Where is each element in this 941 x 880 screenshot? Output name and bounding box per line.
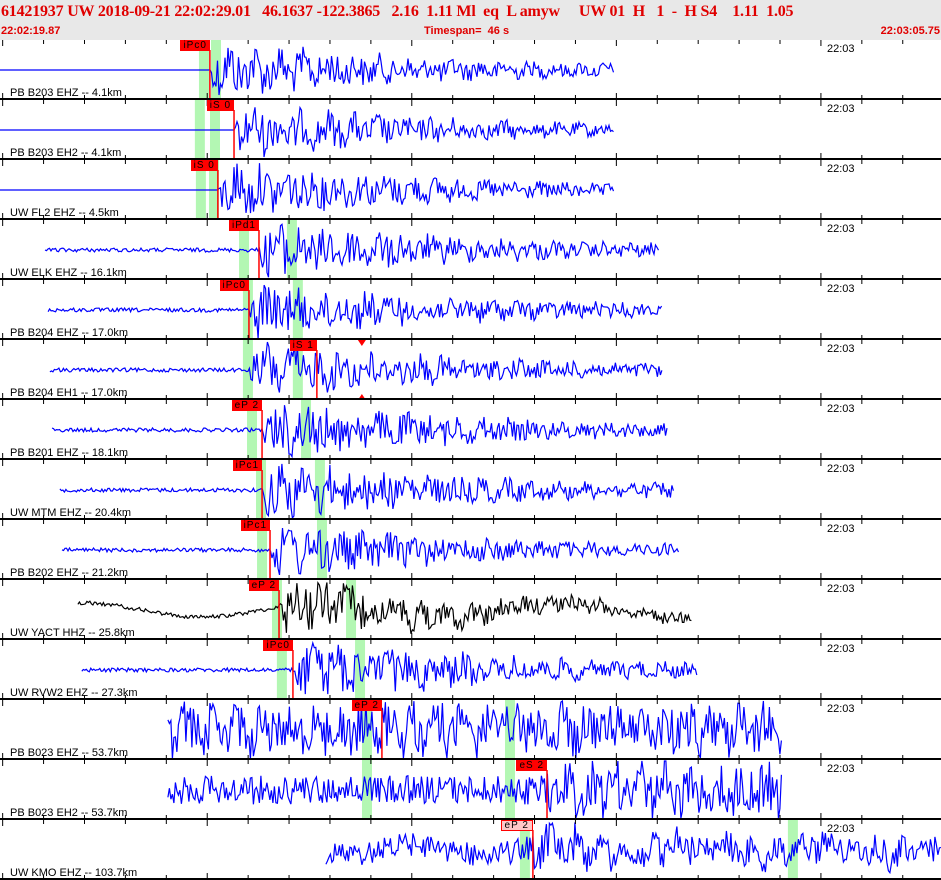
trace-panel[interactable]: iPc0 PB B204 EHZ -- 17.0km 22:03 (0, 280, 941, 340)
station-label: UW RVW2 EHZ -- 27.3km (10, 687, 138, 699)
station-label: PB B023 EH2 -- 53.7km (10, 807, 128, 819)
waveform-plot (0, 700, 941, 760)
seismogram-trace (167, 760, 782, 820)
phase-pick-label[interactable]: iPc0 (180, 40, 210, 51)
minute-label: 22:03 (827, 223, 855, 235)
waveform-plot (0, 40, 941, 100)
minute-label: 22:03 (827, 403, 855, 415)
minute-label: 22:03 (827, 163, 855, 175)
waveform-plot (0, 220, 941, 280)
phase-pick-label[interactable]: iPd1 (228, 220, 259, 231)
minute-label: 22:03 (827, 43, 855, 55)
trace-panel[interactable]: eP 2 PB B023 EHZ -- 53.7km 22:03 (0, 700, 941, 760)
minute-label: 22:03 (827, 643, 855, 655)
seismogram-trace (167, 700, 782, 760)
minute-label: 22:03 (827, 283, 855, 295)
timespan: Timespan= 46 s (424, 25, 510, 37)
minute-label: 22:03 (827, 463, 855, 475)
minute-label: 22:03 (827, 523, 855, 535)
station-label: UW YACT HHZ -- 25.8km (10, 627, 135, 639)
minute-label: 22:03 (827, 763, 855, 775)
event-header: 61421937 UW 2018-09-21 22:02:29.01 46.16… (0, 0, 941, 40)
event-summary: 61421937 UW 2018-09-21 22:02:29.01 46.16… (1, 3, 794, 20)
waveform-plot (0, 160, 941, 220)
seismogram-trace (0, 163, 615, 214)
phase-pick-label[interactable]: eP 2 (231, 400, 263, 411)
seismogram-trace (51, 405, 668, 459)
phase-pick-label[interactable]: eP 2 (351, 700, 382, 711)
trace-panel[interactable]: iPc1 PB B202 EHZ -- 21.2km 22:03 (0, 520, 941, 580)
seismogram-trace (44, 223, 660, 278)
phase-pick-label[interactable]: eP 2 (248, 580, 280, 591)
minute-label: 22:03 (827, 703, 855, 715)
trace-panel[interactable]: iS 0 PB B203 EH2 -- 4.1km 22:03 (0, 100, 941, 160)
waveform-plot (0, 640, 941, 700)
phase-window (286, 220, 297, 280)
waveform-plot (0, 460, 941, 520)
seismogram-trace (49, 341, 663, 393)
trace-panel[interactable]: iPc1 UW MTM EHZ -- 20.4km 22:03 (0, 460, 941, 520)
station-label: PB B202 EHZ -- 21.2km (10, 567, 128, 579)
amplitude-marker-icon (357, 340, 366, 400)
waveform-plot (0, 520, 941, 580)
waveform-plot (0, 400, 941, 460)
station-label: UW ELK EHZ -- 16.1km (10, 267, 127, 279)
station-label: UW KMO EHZ -- 103.7km (10, 867, 138, 879)
phase-pick-label[interactable]: eP 2 (500, 820, 533, 831)
minute-label: 22:03 (827, 103, 855, 115)
trace-panel[interactable]: iPd1 UW ELK EHZ -- 16.1km 22:03 (0, 220, 941, 280)
station-label: PB B204 EH1 -- 17.0km (10, 387, 128, 399)
seismogram-trace (81, 640, 698, 695)
phase-pick-label[interactable]: iPc0 (219, 280, 249, 291)
station-label: UW MTM EHZ -- 20.4km (10, 507, 131, 519)
trace-panel[interactable]: iS 1 PB B204 EH1 -- 17.0km 22:03 (0, 340, 941, 400)
waveform-plot (0, 760, 941, 820)
start-time: 22:02:19.87 (1, 25, 61, 37)
waveform-plot (0, 280, 941, 340)
phase-pick-label[interactable]: iPc1 (232, 460, 263, 471)
station-label: PB B023 EHZ -- 53.7km (10, 747, 128, 759)
end-time: 22:03:05.75 (880, 25, 940, 37)
trace-panel[interactable]: eP 2 UW KMO EHZ -- 103.7km 22:03 (0, 820, 941, 880)
waveform-plot (0, 580, 941, 640)
station-label: PB B204 EHZ -- 17.0km (10, 327, 128, 339)
station-label: PB B203 EHZ -- 4.1km (10, 87, 122, 99)
phase-pick-label[interactable]: eS 2 (516, 760, 548, 771)
trace-panel[interactable]: iPc0 UW RVW2 EHZ -- 27.3km 22:03 (0, 640, 941, 700)
station-label: UW FL2 EHZ -- 4.5km (10, 207, 119, 219)
trace-panel[interactable]: eP 2 PB B201 EHZ -- 18.1km 22:03 (0, 400, 941, 460)
seismogram-trace (47, 284, 663, 340)
trace-panel[interactable]: eS 2 PB B023 EH2 -- 53.7km 22:03 (0, 760, 941, 820)
trace-panel[interactable]: iPc0 PB B203 EHZ -- 4.1km 22:03 (0, 40, 941, 100)
phase-pick-label[interactable]: iS 0 (190, 160, 218, 171)
trace-panel[interactable]: eP 2 UW YACT HHZ -- 25.8km 22:03 (0, 580, 941, 640)
phase-pick-label[interactable]: iS 1 (289, 340, 317, 351)
minute-label: 22:03 (827, 343, 855, 355)
phase-pick-label[interactable]: iPc1 (240, 520, 271, 531)
seismogram-trace (77, 581, 692, 634)
seismogram-trace (59, 463, 674, 520)
waveform-panels[interactable]: iPc0 PB B203 EHZ -- 4.1km 22:03 iS 0 PB B203… (0, 40, 941, 880)
seismogram-trace (61, 527, 680, 576)
trace-panel[interactable]: iS 0 UW FL2 EHZ -- 4.5km 22:03 (0, 160, 941, 220)
phase-pick-label[interactable]: iPc0 (263, 640, 293, 651)
station-label: PB B203 EH2 -- 4.1km (10, 147, 122, 159)
station-label: PB B201 EHZ -- 18.1km (10, 447, 128, 459)
minute-label: 22:03 (827, 583, 855, 595)
waveform-plot (0, 340, 941, 400)
phase-pick-label[interactable]: iS 0 (206, 100, 235, 111)
waveform-plot (0, 820, 941, 880)
minute-label: 22:03 (827, 823, 855, 835)
waveform-plot (0, 100, 941, 160)
